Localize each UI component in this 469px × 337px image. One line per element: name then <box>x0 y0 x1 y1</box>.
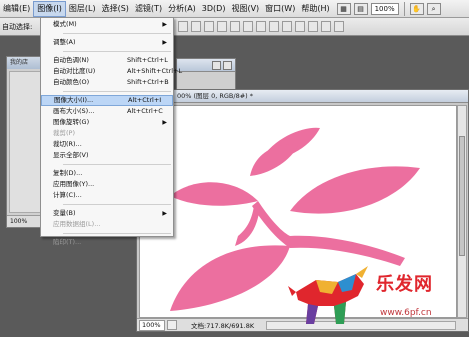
menu-item-label: 应用数据组(L)... <box>53 220 101 228</box>
distribute-center-icon[interactable] <box>308 21 318 32</box>
menu-shortcut: Alt+Shift+Ctrl+L <box>127 67 183 75</box>
document-size-info: 文档:717.8K/691.8K <box>191 322 255 330</box>
menu-item-label: 调整(A) <box>53 38 76 46</box>
menu-layer[interactable]: 图层(L) <box>66 1 99 17</box>
menu-analysis[interactable]: 分析(A) <box>165 1 199 17</box>
menu-item-adjust[interactable]: 调整(A) ▶ <box>41 37 173 48</box>
menu-bar: 编辑(E) 图像(I) 图层(L) 选择(S) 滤镜(T) 分析(A) 3D(D… <box>0 0 469 18</box>
menu-item-image-size[interactable]: 图像大小(I)... Alt+Ctrl+I <box>41 95 173 106</box>
menu-item-label: 应用图像(Y)... <box>53 180 95 188</box>
menu-item-label: 图像旋转(G) <box>53 118 90 126</box>
menu-shortcut: Alt+Ctrl+C <box>127 107 163 115</box>
menu-item-label: 裁剪(P) <box>53 129 75 137</box>
menu-shortcut: Alt+Ctrl+I <box>128 96 162 104</box>
menu-divider <box>63 33 171 34</box>
zoom-field[interactable]: 100% <box>139 319 165 331</box>
menu-edit[interactable]: 编辑(E) <box>0 1 33 17</box>
menu-shortcut: Shift+Ctrl+L <box>127 56 168 64</box>
bull-logo-icon <box>288 266 368 324</box>
menu-item-label: 陷印(T)... <box>53 238 82 246</box>
distribute-middle-icon[interactable] <box>269 21 279 32</box>
menu-shortcut: Shift+Ctrl+B <box>127 78 169 86</box>
menu-divider <box>63 164 171 165</box>
app-toolbar: ▦ ▤ 100% ✋ ⌕ <box>336 1 441 16</box>
menu-window[interactable]: 窗口(W) <box>262 1 298 17</box>
menu-item-label: 自动对比度(U) <box>53 67 96 75</box>
document-title[interactable]: 00% (图层 0, RGB/8#) * <box>137 90 468 103</box>
menu-filter[interactable]: 滤镜(T) <box>132 1 165 17</box>
menu-item-image-rotation[interactable]: 图像旋转(G) ▶ <box>41 117 173 128</box>
hand-icon[interactable]: ✋ <box>409 2 424 15</box>
watermark-logo: 乐发网 www.6pf.cn <box>286 262 466 332</box>
small-window-canvas <box>9 71 41 213</box>
align-bottom-icon[interactable] <box>204 21 214 32</box>
menu-item-crop[interactable]: 裁剪(P) <box>41 128 173 139</box>
menu-item-mode[interactable]: 模式(M) ▶ <box>41 19 173 30</box>
distribute-bottom-icon[interactable] <box>282 21 292 32</box>
menu-image[interactable]: 图像(I) <box>33 0 66 17</box>
menu-divider <box>63 51 171 52</box>
menu-item-auto-contrast[interactable]: 自动对比度(U) Alt+Shift+Ctrl+L <box>41 66 182 77</box>
menu-view[interactable]: 视图(V) <box>228 1 262 17</box>
zoom-select[interactable]: 100% <box>370 2 399 15</box>
menu-item-trim[interactable]: 裁切(R)... <box>41 139 173 150</box>
brand-name: 乐发网 <box>376 274 433 295</box>
menu-item-duplicate[interactable]: 复制(D)... <box>41 168 173 179</box>
menu-item-variables[interactable]: 变量(B) ▶ <box>41 208 173 219</box>
arrange-icon[interactable]: ▤ <box>353 2 368 15</box>
small-window-zoom: 100% <box>7 215 43 227</box>
window-controls <box>212 61 232 70</box>
menu-item-canvas-size[interactable]: 画布大小(S)... Alt+Ctrl+C <box>41 106 173 117</box>
minimize-icon[interactable] <box>212 61 221 70</box>
align-middle-icon[interactable] <box>191 21 201 32</box>
maximize-icon[interactable] <box>223 61 232 70</box>
toolbar-separator <box>403 1 405 16</box>
menu-item-label: 变量(B) <box>53 209 76 217</box>
menu-item-label: 图像大小(I)... <box>54 96 94 104</box>
menu-select[interactable]: 选择(S) <box>99 1 132 17</box>
distribute-right-icon[interactable] <box>321 21 331 32</box>
submenu-arrow-icon: ▶ <box>162 210 167 217</box>
menu-item-trap[interactable]: 陷印(T)... <box>41 237 173 248</box>
align-left-icon[interactable] <box>217 21 227 32</box>
menu-item-apply-image[interactable]: 应用图像(Y)... <box>41 179 173 190</box>
brand-site: www.6pf.cn <box>380 308 432 318</box>
menu-divider <box>63 91 171 92</box>
bridge-icon[interactable]: ▦ <box>336 2 351 15</box>
align-right-icon[interactable] <box>243 21 253 32</box>
align-icons <box>178 21 344 32</box>
menu-item-label: 裁切(R)... <box>53 140 82 148</box>
menu-item-label: 模式(M) <box>53 20 77 28</box>
small-window-title[interactable]: 我的店 <box>7 57 43 69</box>
image-menu-dropdown: 模式(M) ▶ 调整(A) ▶ 自动色调(N) Shift+Ctrl+L 自动对比度(… <box>40 17 182 246</box>
menu-item-calculations[interactable]: 计算(C)... <box>41 190 173 201</box>
auto-select-label: 自动选择: <box>2 22 33 31</box>
small-document-window: 我的店 100% <box>6 56 44 228</box>
menu-item-auto-tone[interactable]: 自动色调(N) Shift+Ctrl+L <box>41 55 173 66</box>
submenu-arrow-icon: ▶ <box>162 21 167 28</box>
distribute-left-icon[interactable] <box>295 21 305 32</box>
align-center-icon[interactable] <box>230 21 240 32</box>
menu-divider <box>63 204 171 205</box>
status-menu-icon[interactable] <box>167 320 177 330</box>
menu-item-label: 显示全部(V) <box>53 151 89 159</box>
menu-help[interactable]: 帮助(H) <box>298 1 332 17</box>
menu-item-label: 自动色调(N) <box>53 56 89 64</box>
menu-item-auto-color[interactable]: 自动颜色(O) Shift+Ctrl+B <box>41 77 173 88</box>
menu-divider <box>63 233 171 234</box>
submenu-arrow-icon: ▶ <box>162 39 167 46</box>
menu-item-label: 画布大小(S)... <box>53 107 95 115</box>
distribute-top-icon[interactable] <box>256 21 266 32</box>
menu-3d[interactable]: 3D(D) <box>199 1 229 17</box>
menu-item-label: 计算(C)... <box>53 191 82 199</box>
auto-align-icon[interactable] <box>334 21 344 32</box>
menu-item-reveal-all[interactable]: 显示全部(V) <box>41 150 173 161</box>
zoom-icon[interactable]: ⌕ <box>426 2 441 15</box>
align-top-icon[interactable] <box>178 21 188 32</box>
menu-item-apply-data-set[interactable]: 应用数据组(L)... <box>41 219 173 230</box>
submenu-arrow-icon: ▶ <box>162 119 167 126</box>
menu-item-label: 复制(D)... <box>53 169 83 177</box>
scroll-thumb[interactable] <box>459 136 465 256</box>
menu-item-label: 自动颜色(O) <box>53 78 90 86</box>
